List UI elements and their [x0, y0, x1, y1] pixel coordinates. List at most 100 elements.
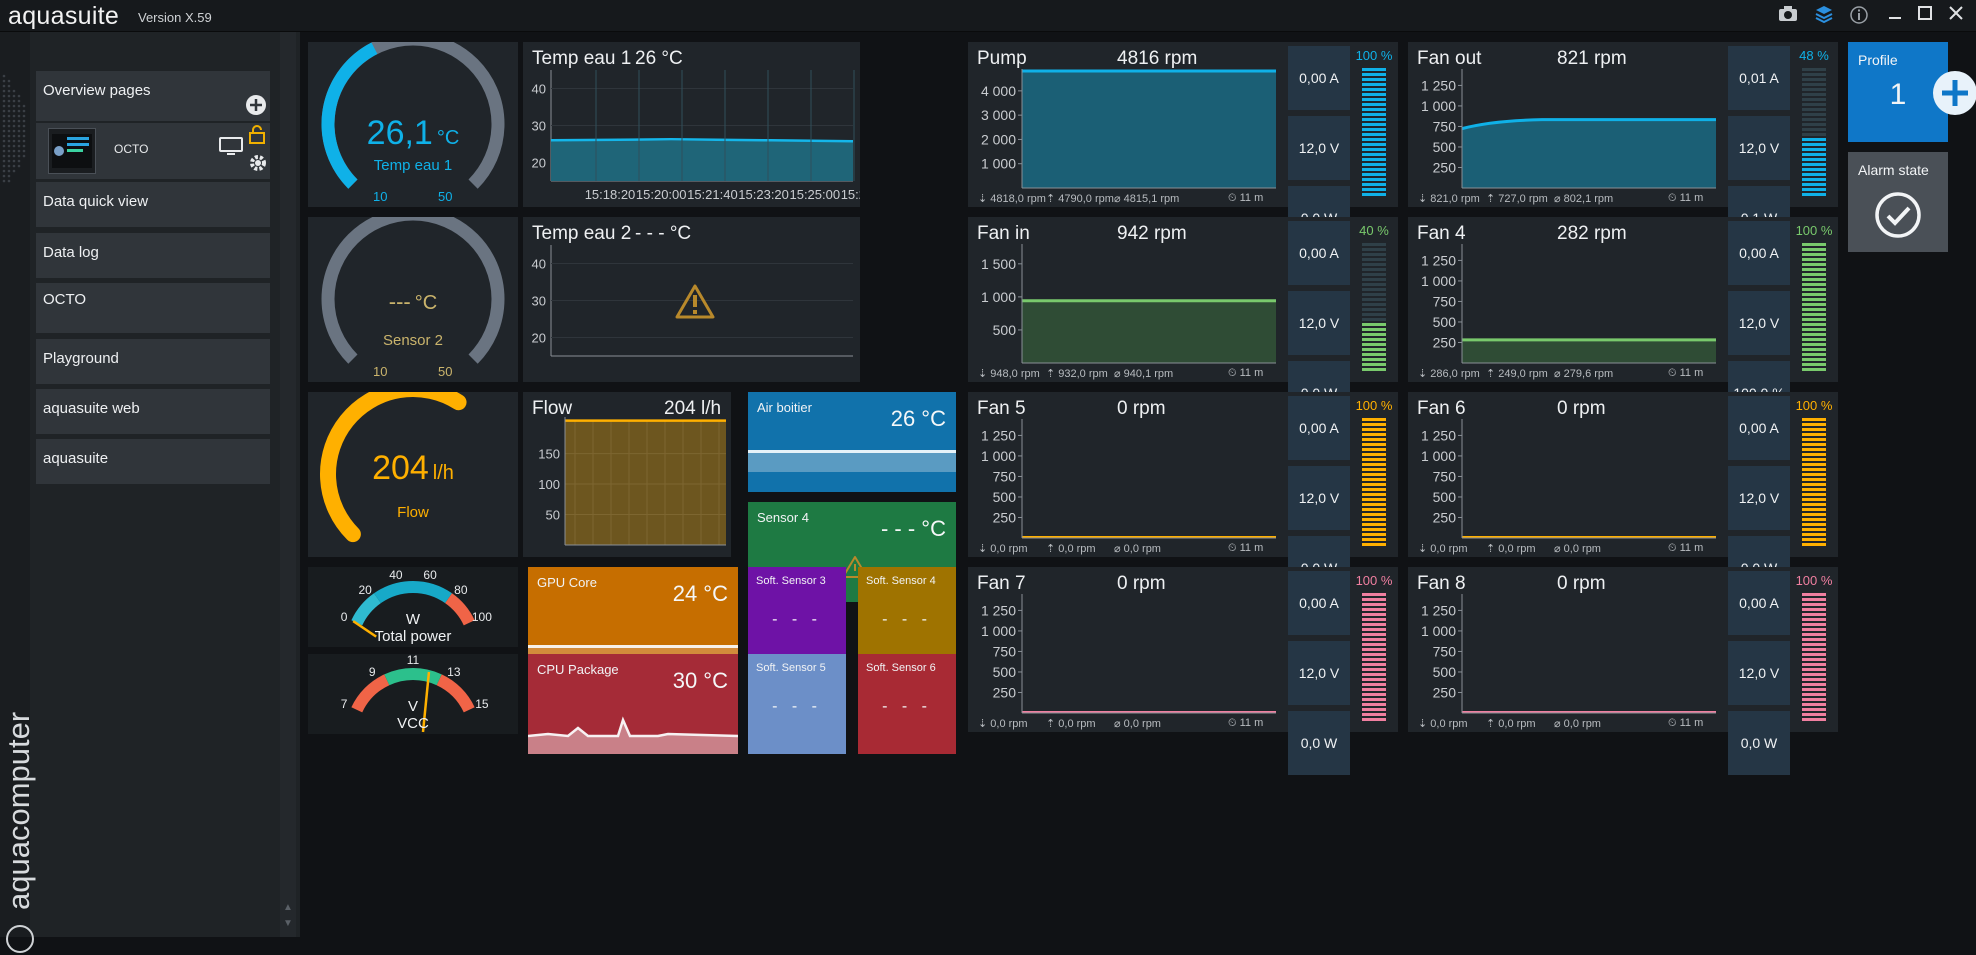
gauge-label: Temp eau 1 — [373, 157, 453, 174]
fan-level-segment — [1362, 248, 1386, 251]
gear-icon[interactable] — [248, 153, 268, 173]
fan-level-segment — [1802, 278, 1826, 281]
fan-chart: 1 250 1 000 750 500 250 — [1421, 594, 1716, 714]
maximize-icon[interactable] — [1914, 5, 1936, 27]
scroll-down-icon[interactable]: ▼ — [282, 918, 294, 930]
fan-level-segment — [1802, 693, 1826, 696]
fan-current: 0,00 A — [1288, 221, 1350, 285]
gauge-temp1[interactable]: 26,1 °C Temp eau 1 10 50 — [308, 32, 518, 207]
sensor-label: Soft. Sensor 6 — [866, 662, 936, 674]
sidebar-item-data-log[interactable]: Data log — [36, 233, 270, 278]
chart-flow[interactable]: Flow 204 l/h 150 100 50 — [523, 392, 731, 557]
sidebar-item-aquasuite-web[interactable]: aquasuite web — [36, 389, 270, 434]
sensor-tile-gpu-core[interactable]: GPU Core 24 °C — [528, 567, 738, 667]
fan-level-segment — [1362, 483, 1386, 486]
fan-level-segment — [1362, 463, 1386, 466]
gauge-flow[interactable]: 204 l/h Flow — [308, 381, 518, 557]
minimize-icon[interactable] — [1884, 5, 1906, 27]
sensor-tile-soft-sensor-5[interactable]: Soft. Sensor 5 - - - — [748, 654, 846, 754]
fan-y-tick-label: 1 000 — [1421, 448, 1456, 464]
fan-level-segment — [1362, 333, 1386, 336]
fan-level-segment — [1802, 448, 1826, 451]
fan-tile-fan-7[interactable]: Fan 70 rpm 1 250 1 000 750 500 250 ⇣ 0,0 rpm ⇡ … — [968, 567, 1398, 775]
fan-level-segment — [1362, 143, 1386, 146]
sidebar-item-aquasuite[interactable]: aquasuite — [36, 439, 270, 484]
sidebar-scrollbar[interactable]: ▲ ▼ — [280, 32, 296, 937]
meter-power[interactable]: 0 20 40 60 80 100 W Total power — [308, 567, 518, 647]
chart-temp-eau-2[interactable]: Temp eau 2- - - °C 40 30 20 — [523, 217, 860, 382]
sensor-tile-soft-sensor-3[interactable]: Soft. Sensor 3 - - - — [748, 567, 846, 667]
camera-icon[interactable] — [1777, 5, 1799, 27]
add-page-icon[interactable] — [246, 95, 266, 115]
fan-level-segment — [1802, 78, 1826, 81]
chart-temp-eau-1[interactable]: Temp eau 1 26 °C 40 30 20 15:18:20 15:20:00 15:… — [523, 42, 860, 207]
fan-level-segment — [1802, 493, 1826, 496]
fan-level-segment — [1362, 638, 1386, 641]
fan-level-segment — [1802, 478, 1826, 481]
fan-level-segment — [1362, 698, 1386, 701]
rail-dot — [12, 144, 16, 148]
meter-vcc[interactable]: 7 9 11 13 15 V VCC — [308, 653, 518, 734]
sidebar-item-octo[interactable]: OCTO — [36, 283, 270, 333]
alarm-label: Alarm state — [1858, 162, 1929, 178]
fan-tile-fan-out[interactable]: Fan out 821 rpm 1 250 1 000 750 500 250 ⇣ 821,0… — [1408, 42, 1838, 250]
fan-voltage: 12,0 V — [1288, 641, 1350, 705]
chart-y-tick-label: 100 — [538, 477, 560, 492]
sidebar-item-data-quick-view[interactable]: Data quick view — [36, 182, 270, 227]
fan-level-segment — [1802, 328, 1826, 331]
fan-tile-pump[interactable]: Pump 4816 rpm 4 000 3 000 2 000 1 000 ⇣ 4818,0… — [968, 42, 1398, 250]
fan-tile-fan-in[interactable]: Fan in 942 rpm 1 500 1 000 500 ⇣ 948,0 rpm ⇡ 9… — [968, 217, 1398, 425]
fan-level-segment — [1362, 328, 1386, 331]
fan-level-segment — [1362, 538, 1386, 541]
sensor-tile-air-boitier[interactable]: Air boitier 26 °C — [748, 392, 956, 492]
rail-dot — [2, 74, 6, 78]
sensor-line — [748, 450, 956, 453]
fan-level-segment — [1362, 478, 1386, 481]
fan-level-segment — [1362, 708, 1386, 711]
octo-device-card[interactable]: OCTO — [36, 123, 270, 179]
lock-icon[interactable] — [248, 125, 266, 145]
fan-footer-stat: ⌀ 0,0 rpm — [1554, 543, 1601, 555]
alarm-state-tile[interactable]: Alarm state — [1848, 152, 1948, 252]
rail-dot — [12, 104, 16, 108]
fan-level-segment — [1362, 628, 1386, 631]
fan-level-segment — [1802, 488, 1826, 491]
rail-dot — [12, 169, 16, 173]
fan-y-tick-label: 500 — [993, 489, 1017, 505]
fan-y-tick-label: 1 250 — [981, 602, 1016, 618]
add-profile-icon[interactable] — [1932, 70, 1976, 116]
fan-level-segment — [1802, 113, 1826, 116]
fan-level-segment — [1802, 98, 1826, 101]
sensor-tile-cpu-package[interactable]: CPU Package 30 °C — [528, 654, 738, 754]
fan-level-segment — [1802, 523, 1826, 526]
fan-tile-fan-5[interactable]: Fan 50 rpm 1 250 1 000 750 500 250 ⇣ 0,0 rpm ⇡ … — [968, 392, 1398, 600]
brand-logo-icon — [6, 925, 34, 953]
close-icon[interactable] — [1945, 5, 1967, 27]
fan-tile-fan-8[interactable]: Fan 80 rpm 1 250 1 000 750 500 250 ⇣ 0,0 rpm ⇡ … — [1408, 567, 1838, 775]
sidebar-item-playground[interactable]: Playground — [36, 339, 270, 384]
fan-level-segment — [1362, 643, 1386, 646]
fan-level-segment — [1802, 258, 1826, 261]
sensor-tile-soft-sensor-6[interactable]: Soft. Sensor 6 - - - — [858, 654, 956, 754]
rail-dot — [2, 89, 6, 93]
rail-dot — [7, 79, 11, 83]
fan-level-segment — [1362, 713, 1386, 716]
fan-voltage: 12,0 V — [1728, 641, 1790, 705]
fan-tile-fan-6[interactable]: Fan 60 rpm 1 250 1 000 750 500 250 ⇣ 0,0 rpm ⇡ … — [1408, 392, 1838, 600]
scroll-up-icon[interactable]: ▲ — [282, 902, 294, 914]
chart-x-tick-label: 15:21:40 — [687, 187, 738, 202]
fan-level-segment — [1802, 368, 1826, 371]
rail-dot — [2, 134, 6, 138]
overview-pages-button[interactable]: Overview pages — [36, 71, 270, 121]
layers-icon[interactable] — [1813, 5, 1835, 27]
rail-dot — [17, 164, 21, 168]
gauge-sensor2[interactable]: --- °C Sensor 2 10 50 — [308, 207, 518, 382]
gauge-value-number: --- — [388, 289, 411, 314]
fan-level-segment — [1362, 683, 1386, 686]
monitor-icon[interactable] — [219, 136, 243, 158]
info-icon[interactable] — [1848, 5, 1870, 27]
fan-tile-fan-4[interactable]: Fan 4 282 rpm 1 250 1 000 750 500 250 ⇣ 286,0 r… — [1408, 217, 1838, 425]
fan-footer-stat: ⌀ 0,0 rpm — [1114, 718, 1161, 730]
sensor-tile-soft-sensor-4[interactable]: Soft. Sensor 4 - - - — [858, 567, 956, 667]
fan-level-segment — [1802, 163, 1826, 166]
